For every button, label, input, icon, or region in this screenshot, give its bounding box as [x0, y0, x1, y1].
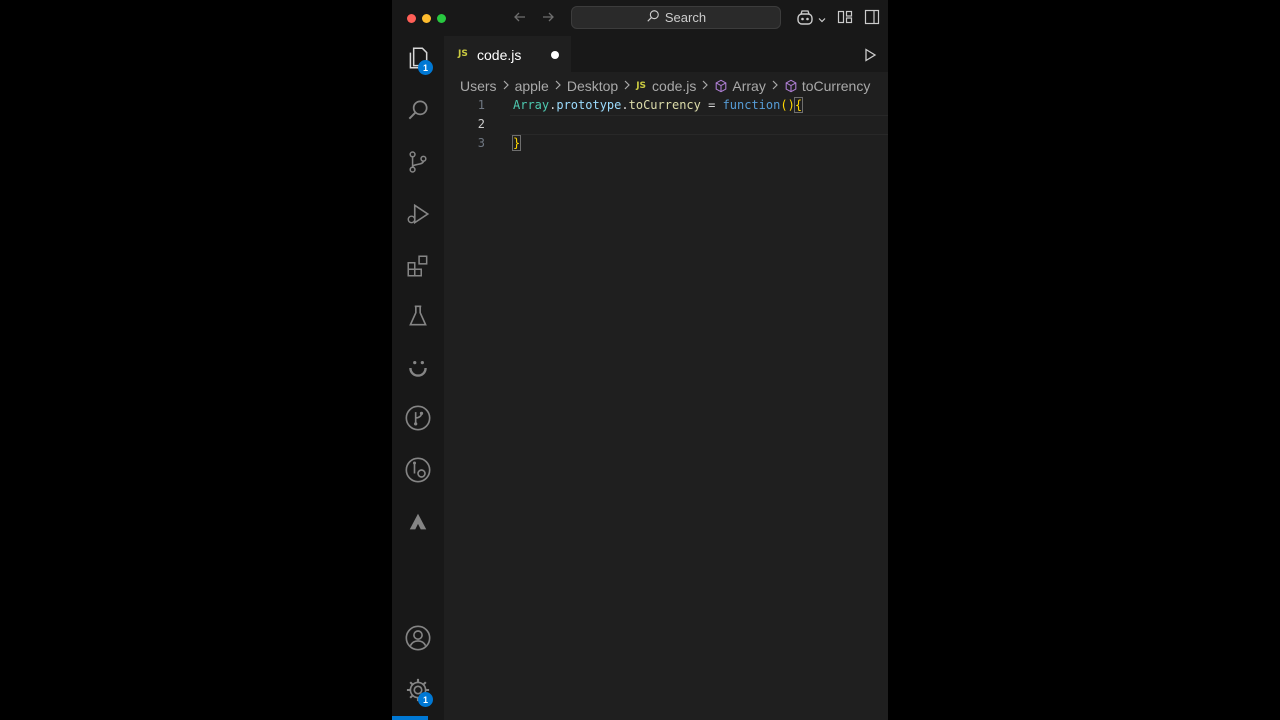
flask-icon	[405, 303, 431, 334]
run-code-button[interactable]	[862, 47, 878, 68]
current-line-highlight	[510, 115, 888, 135]
chevron-right-icon	[554, 79, 562, 93]
search-icon	[646, 9, 660, 26]
status-indicator	[392, 716, 428, 720]
symbol-method-icon	[784, 79, 798, 93]
code-line[interactable]: 3 }	[444, 134, 888, 153]
git-graph-icon	[404, 404, 432, 437]
chevron-right-icon	[701, 79, 709, 93]
azure-icon	[407, 511, 429, 538]
search-view-button[interactable]	[402, 96, 434, 128]
code-editor[interactable]: 1 Array.prototype.toCurrency = function(…	[444, 96, 888, 720]
testing-button[interactable]	[402, 302, 434, 334]
symbol-class-icon	[714, 79, 728, 93]
account-icon	[404, 624, 432, 657]
breadcrumb-item-desktop[interactable]: Desktop	[567, 78, 618, 94]
close-window-button[interactable]	[407, 14, 416, 23]
line-number: 2	[477, 117, 485, 131]
source-control-button[interactable]	[402, 148, 434, 180]
breadcrumb-item-file[interactable]: code.js	[652, 78, 696, 94]
breadcrumb-item-tocurrency[interactable]: toCurrency	[802, 78, 870, 94]
search-icon	[405, 97, 431, 128]
activity-bar: 1 1	[392, 36, 444, 720]
copilot-chat-button[interactable]	[402, 354, 434, 386]
chevron-down-icon[interactable]	[817, 12, 827, 30]
accounts-button[interactable]	[402, 624, 434, 656]
azure-button[interactable]	[402, 508, 434, 540]
vscode-window: Search 1 1 JS code.js Users apple Deskto…	[392, 0, 888, 720]
unsaved-changes-dot[interactable]	[551, 51, 559, 59]
toggle-sidebar-icon[interactable]	[864, 9, 880, 30]
chevron-right-icon	[623, 79, 631, 93]
maximize-window-button[interactable]	[437, 14, 446, 23]
run-debug-icon	[405, 201, 431, 232]
line-content: Array.prototype.toCurrency = function(){	[513, 97, 804, 113]
play-icon	[865, 48, 877, 62]
title-bar: Search	[392, 0, 888, 36]
javascript-file-icon: JS	[458, 49, 468, 59]
run-debug-button[interactable]	[402, 200, 434, 232]
javascript-file-icon: JS	[636, 81, 647, 91]
git-graph-button[interactable]	[402, 404, 434, 436]
git-history-button[interactable]	[402, 456, 434, 488]
git-history-icon	[404, 456, 432, 489]
copilot-icon[interactable]	[796, 9, 814, 32]
explorer-badge: 1	[418, 60, 433, 75]
command-center-search[interactable]: Search	[571, 6, 781, 29]
minimize-window-button[interactable]	[422, 14, 431, 23]
tab-code-js[interactable]: JS code.js	[444, 36, 571, 72]
layout-icon[interactable]	[837, 9, 853, 30]
back-arrow-icon[interactable]	[512, 9, 528, 29]
breadcrumb: Users apple Desktop JS code.js Array toC…	[460, 76, 870, 96]
forward-arrow-icon[interactable]	[540, 9, 556, 29]
tab-label: code.js	[477, 47, 522, 63]
manage-settings-button[interactable]: 1	[402, 676, 434, 708]
code-line-current[interactable]: 2	[444, 115, 888, 135]
extensions-button[interactable]	[402, 252, 434, 284]
source-control-icon	[405, 149, 431, 180]
line-number: 1	[477, 98, 485, 112]
extensions-icon	[405, 253, 431, 284]
breadcrumb-item-apple[interactable]: apple	[515, 78, 549, 94]
breadcrumb-item-users[interactable]: Users	[460, 78, 497, 94]
chevron-right-icon	[771, 79, 779, 93]
settings-badge: 1	[418, 692, 433, 707]
breadcrumb-item-array[interactable]: Array	[732, 78, 765, 94]
search-label: Search	[664, 10, 707, 25]
explorer-button[interactable]: 1	[402, 44, 434, 76]
line-content: }	[511, 135, 522, 151]
chevron-right-icon	[502, 79, 510, 93]
code-line[interactable]: 1 Array.prototype.toCurrency = function(…	[444, 96, 888, 115]
editor-tab-bar: JS code.js	[444, 36, 888, 72]
smiley-icon	[405, 355, 431, 386]
line-number: 3	[477, 136, 485, 150]
